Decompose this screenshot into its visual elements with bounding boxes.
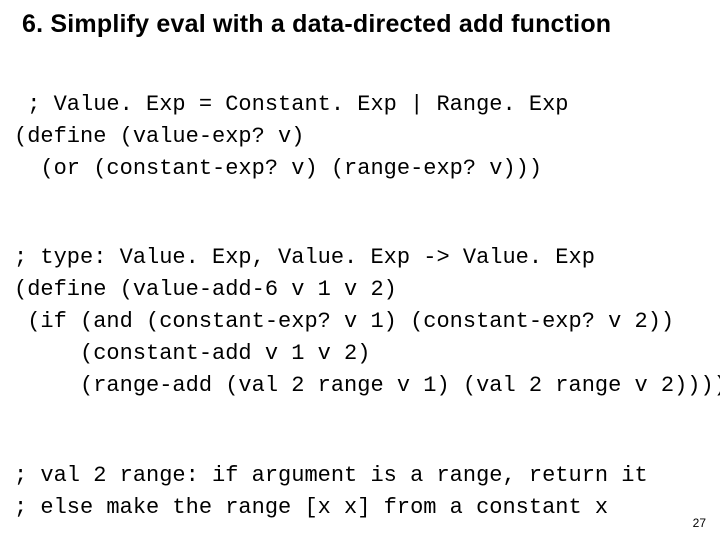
code-line: (range-add (val 2 range v 1) (val 2 rang… xyxy=(14,373,720,398)
code-block-2: ; type: Value. Exp, Value. Exp -> Value.… xyxy=(14,211,712,402)
code-line: (if (and (constant-exp? v 1) (constant-e… xyxy=(14,309,674,334)
slide-title: 6. Simplify eval with a data-directed ad… xyxy=(22,10,712,39)
page-number: 27 xyxy=(693,516,706,530)
code-block-3: ; val 2 range: if argument is a range, r… xyxy=(14,428,712,524)
code-line: (define (value-add-6 v 1 v 2) xyxy=(14,277,397,302)
code-line: ; type: Value. Exp, Value. Exp -> Value.… xyxy=(14,245,595,270)
code-line: ; Value. Exp = Constant. Exp | Range. Ex… xyxy=(14,92,569,117)
code-line: (constant-add v 1 v 2) xyxy=(14,341,370,366)
code-line: (define (value-exp? v) xyxy=(14,124,304,149)
code-block-1: ; Value. Exp = Constant. Exp | Range. Ex… xyxy=(14,57,712,185)
code-line: ; val 2 range: if argument is a range, r… xyxy=(14,463,648,488)
code-line: ; else make the range [x x] from a const… xyxy=(14,495,608,520)
code-line: (or (constant-exp? v) (range-exp? v))) xyxy=(14,156,542,181)
